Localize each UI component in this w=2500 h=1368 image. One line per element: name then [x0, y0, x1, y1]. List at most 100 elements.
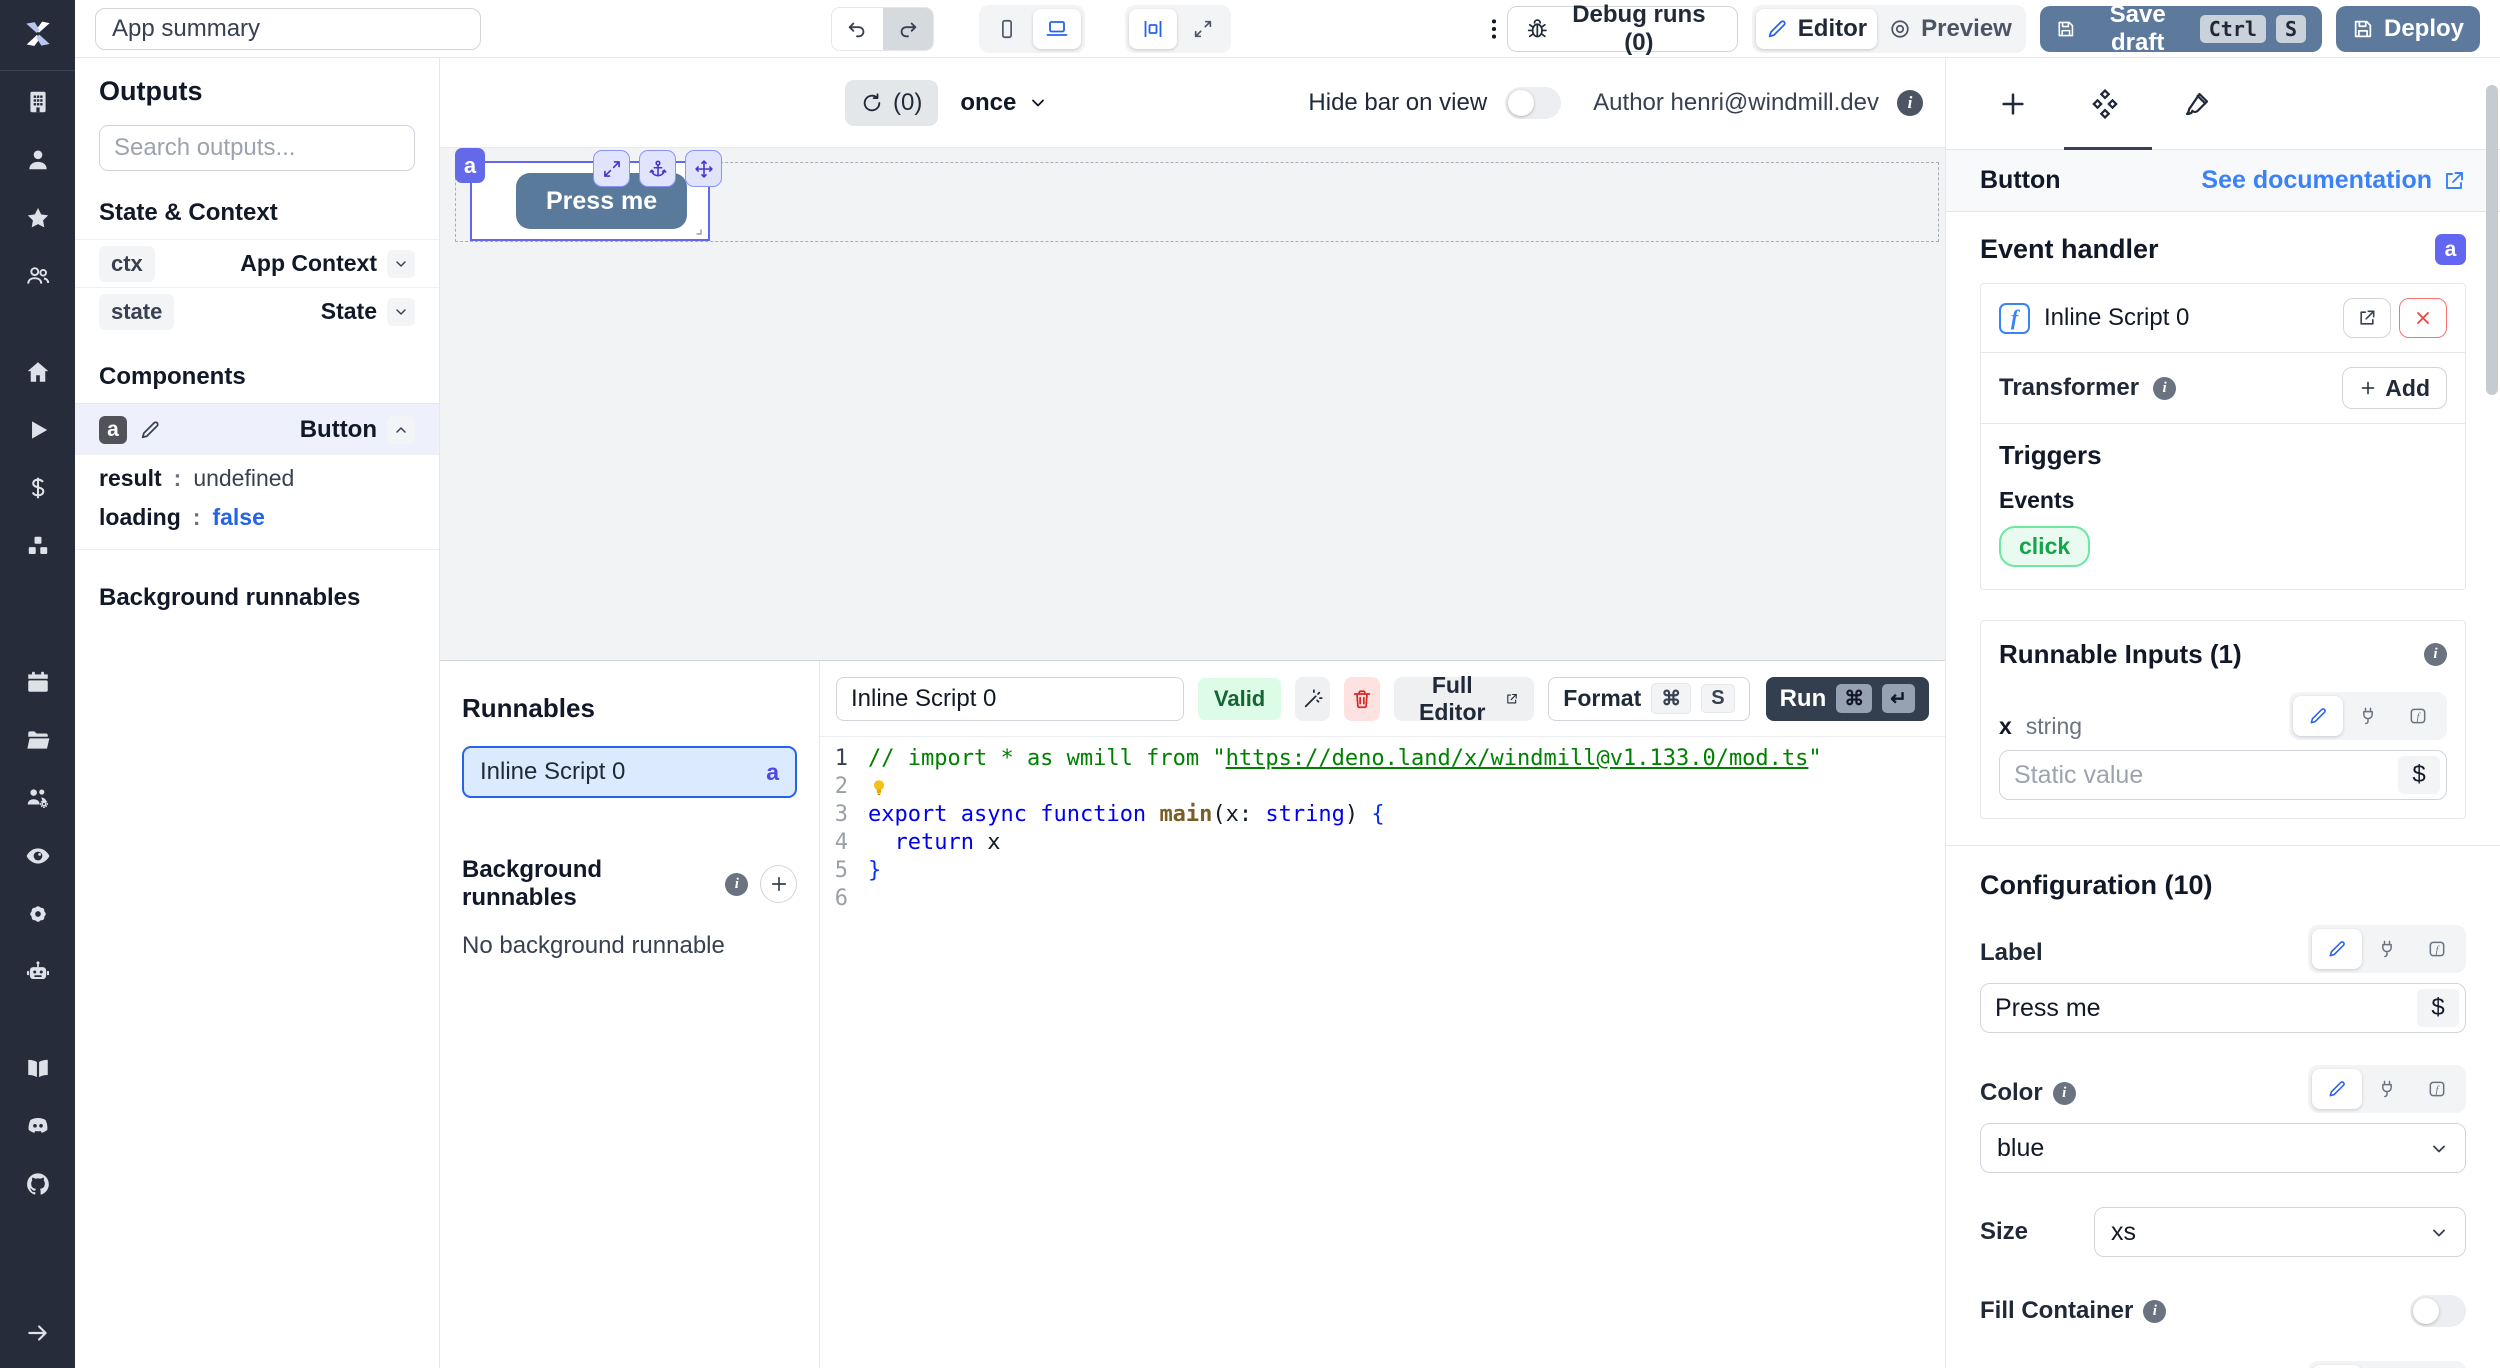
kbd-s: S [1701, 684, 1734, 713]
insert-component-tab-plus-icon[interactable] [1998, 89, 2028, 119]
static-mode-pencil-icon[interactable] [2293, 696, 2343, 736]
runnable-inputs-card: Runnable Inputs (1) i x string [1980, 620, 2466, 819]
add-transformer-button[interactable]: Add [2342, 367, 2447, 409]
tab-preview[interactable]: Preview [1879, 9, 2022, 49]
app-canvas[interactable]: a Press me [440, 148, 1945, 660]
connect-mode-plug-icon[interactable] [2343, 696, 2393, 736]
mobile-view-button[interactable] [983, 9, 1031, 49]
label-value-input[interactable] [1995, 994, 2417, 1023]
detach-script-button[interactable] [2399, 298, 2447, 338]
collapse-sidebar-arrow-icon[interactable] [25, 1320, 51, 1346]
centered-layout-button[interactable] [1129, 9, 1177, 49]
search-outputs-input[interactable] [99, 125, 415, 171]
favorites-star-icon[interactable] [25, 205, 51, 231]
eval-mode-fn-icon[interactable] [2412, 1069, 2462, 1109]
state-value: State [321, 298, 377, 325]
workspace-icon[interactable] [25, 89, 51, 115]
tab-editor[interactable]: Editor [1756, 9, 1877, 49]
info-icon[interactable]: i [2153, 377, 2176, 400]
resize-handle[interactable] [686, 219, 704, 237]
desktop-view-button[interactable] [1033, 9, 1081, 49]
refresh-count-button[interactable]: (0) [845, 80, 938, 126]
see-documentation-link[interactable]: See documentation [2201, 166, 2466, 195]
undo-button[interactable] [832, 8, 883, 50]
windmill-logo-icon[interactable] [16, 12, 60, 56]
input-mode-toggle [2308, 1065, 2466, 1113]
add-background-runnable-button[interactable] [760, 865, 797, 903]
settings-gear-icon[interactable] [25, 901, 51, 927]
ctx-row[interactable]: ctx App Context [75, 239, 439, 287]
info-icon[interactable]: i [2143, 1300, 2166, 1323]
component-output-row[interactable]: a Button [75, 403, 439, 455]
eval-mode-fn-icon[interactable] [2393, 696, 2443, 736]
discord-icon[interactable] [25, 1113, 51, 1139]
github-icon[interactable] [25, 1171, 51, 1197]
anchor-component-button[interactable] [639, 150, 676, 187]
result-prop-row: result : undefined [75, 455, 439, 494]
valid-status-badge: Valid [1198, 678, 1281, 720]
debug-runs-button[interactable]: Debug runs (0) [1507, 6, 1737, 52]
groups-settings-icon[interactable] [25, 785, 51, 811]
color-select[interactable]: blue [1980, 1123, 2466, 1173]
connect-mode-plug-icon[interactable] [2362, 1069, 2412, 1109]
audit-eye-icon[interactable] [25, 843, 51, 869]
run-button[interactable]: Run ⌘ ↵ [1766, 677, 1929, 721]
hide-bar-toggle[interactable] [1505, 87, 1561, 119]
eval-mode-fn-icon[interactable] [2412, 929, 2462, 969]
info-icon[interactable]: i [2053, 1082, 2076, 1105]
component-settings-tab-icon[interactable] [2090, 89, 2120, 119]
full-editor-button[interactable]: Full Editor [1394, 677, 1535, 721]
info-icon[interactable]: i [2424, 643, 2447, 666]
chevron-up-icon[interactable] [387, 416, 415, 444]
full-width-layout-button[interactable] [1179, 9, 1227, 49]
outputs-panel: Outputs State & Context ctx App Context … [75, 58, 440, 1368]
docs-book-icon[interactable] [25, 1055, 51, 1081]
state-row[interactable]: state State [75, 287, 439, 335]
chevron-down-icon [1028, 93, 1048, 113]
format-button[interactable]: Format ⌘ S [1548, 677, 1749, 721]
panel-scrollbar[interactable] [2486, 85, 2498, 395]
app-summary-input[interactable] [95, 8, 481, 50]
author-info-icon[interactable]: i [1897, 90, 1923, 116]
runnable-item-inline-script-0[interactable]: Inline Script 0 a [462, 746, 797, 798]
code-editor[interactable]: 1// import * as wmill from "https://deno… [820, 737, 1945, 1368]
fill-container-toggle[interactable] [2410, 1295, 2466, 1327]
loading-prop-row: loading : false [75, 494, 439, 533]
info-icon[interactable]: i [725, 873, 748, 896]
frequency-dropdown[interactable]: once [960, 89, 1048, 117]
selected-component-badge[interactable]: a [455, 148, 485, 183]
home-icon[interactable] [25, 359, 51, 385]
component-id-badge: a [99, 416, 127, 444]
user-icon[interactable] [25, 147, 51, 173]
folders-icon[interactable] [25, 727, 51, 753]
schedules-calendar-icon[interactable] [25, 669, 51, 695]
runs-play-icon[interactable] [25, 417, 51, 443]
chevron-down-icon[interactable] [387, 298, 415, 326]
delete-script-button[interactable] [1344, 677, 1379, 721]
chevron-down-icon[interactable] [387, 250, 415, 278]
static-mode-pencil-icon[interactable] [2312, 929, 2362, 969]
static-mode-pencil-icon[interactable] [2312, 1069, 2362, 1109]
script-name-input[interactable] [836, 677, 1184, 721]
save-draft-button[interactable]: Save draft Ctrl S [2040, 6, 2322, 52]
move-component-button[interactable] [685, 150, 722, 187]
connect-mode-plug-icon[interactable] [2362, 929, 2412, 969]
template-dollar-button[interactable]: $ [2398, 756, 2440, 794]
user-group-icon[interactable] [25, 263, 51, 289]
variables-dollar-icon[interactable] [25, 475, 51, 501]
ai-assist-wand-button[interactable] [1295, 677, 1330, 721]
deploy-button[interactable]: Deploy [2336, 6, 2480, 52]
styling-tab-brush-icon[interactable] [2182, 89, 2212, 119]
open-script-button[interactable] [2343, 298, 2391, 338]
input-mode-toggle [2308, 1361, 2466, 1368]
redo-button[interactable] [883, 8, 934, 50]
rename-pencil-icon[interactable] [139, 419, 161, 441]
static-value-input[interactable] [2014, 761, 2398, 790]
more-options-kebab-icon[interactable] [1481, 16, 1507, 42]
expand-component-button[interactable] [593, 150, 630, 187]
pencil-icon [1766, 18, 1788, 40]
size-select[interactable]: xs [2094, 1207, 2466, 1257]
ai-robot-icon[interactable] [25, 959, 51, 985]
resources-boxes-icon[interactable] [25, 533, 51, 559]
template-dollar-button[interactable]: $ [2417, 989, 2459, 1027]
